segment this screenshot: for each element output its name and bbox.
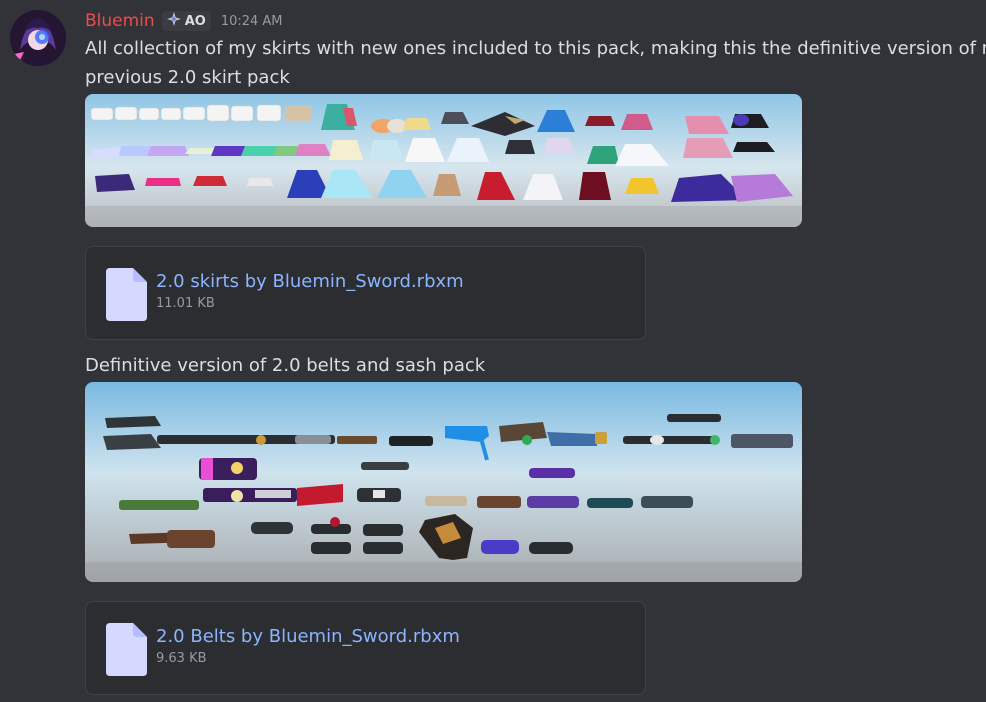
belts-collection-image[interactable] [85,382,802,582]
message-text-line: previous 2.0 skirt pack [85,67,290,88]
guild-tag[interactable]: AO [161,11,211,31]
message-text: Definitive version of 2.0 belts and sash… [85,355,486,376]
message-header: Bluemin AO 10:24 AM [85,9,283,33]
file-name-link[interactable]: 2.0 skirts by Bluemin_Sword.rbxm [156,271,464,292]
file-icon [106,623,147,676]
file-icon [106,268,147,321]
message-text: All collection of my skirts with new one… [85,34,986,92]
skirts-collection-image[interactable] [85,94,802,227]
guild-tag-label: AO [184,13,206,29]
file-attachment: 2.0 Belts by Bluemin_Sword.rbxm 9.63 KB [85,601,646,695]
timestamp[interactable]: 10:24 AM [221,14,283,29]
sparkle-icon [166,11,182,31]
avatar[interactable] [10,10,66,66]
file-size: 11.01 KB [156,296,215,311]
username[interactable]: Bluemin [85,11,155,31]
file-attachment: 2.0 skirts by Bluemin_Sword.rbxm 11.01 K… [85,246,646,340]
chat-message: Bluemin AO 10:24 AM All collection of my… [0,0,986,702]
file-name-link[interactable]: 2.0 Belts by Bluemin_Sword.rbxm [156,626,460,647]
file-size: 9.63 KB [156,651,207,666]
message-text-line: All collection of my skirts with new one… [85,38,986,59]
